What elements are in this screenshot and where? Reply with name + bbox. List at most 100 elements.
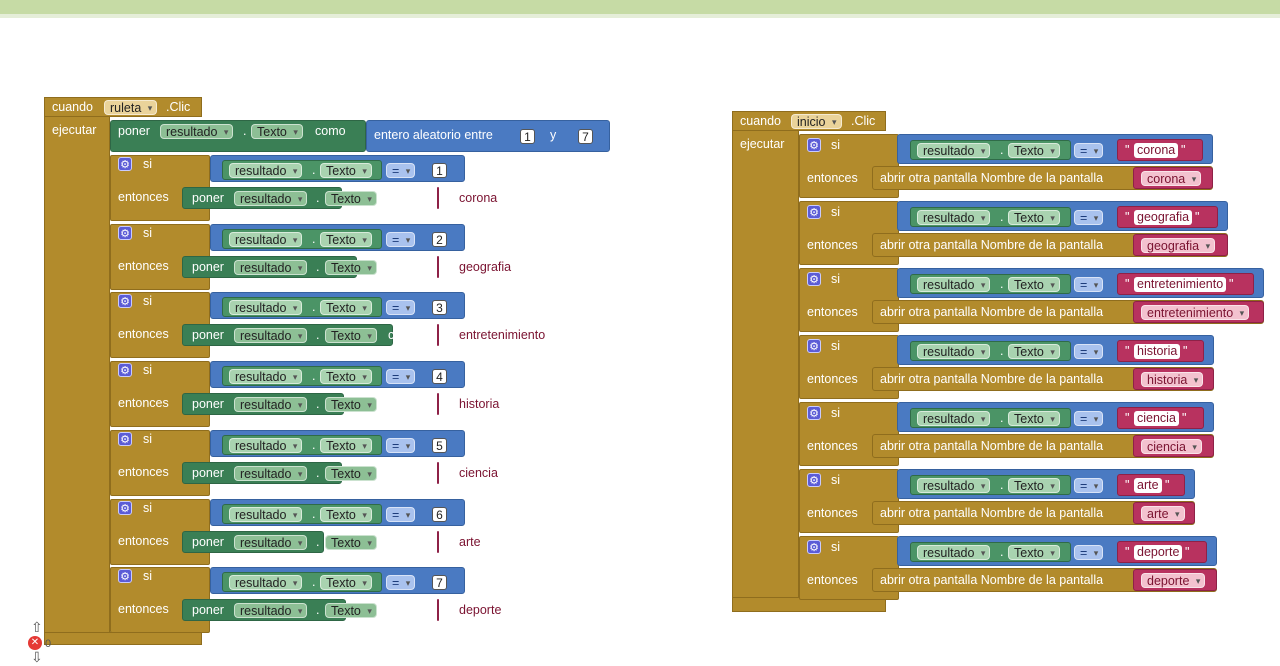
number-value[interactable]: 5 [432,437,447,453]
component-dropdown[interactable]: resultado [917,411,991,427]
random-from-number[interactable]: 1 [520,129,535,144]
text-value[interactable]: ciencia [1134,411,1179,426]
operator-dropdown[interactable]: = [386,300,416,316]
up-arrow-icon[interactable]: ⇧ [31,619,43,636]
number-value[interactable]: 3 [432,300,447,316]
component-dropdown[interactable]: resultado [917,277,991,293]
component-dropdown[interactable]: resultado [234,328,308,344]
gear-icon[interactable]: ⚙ [118,569,132,584]
text-value[interactable]: entretenimiento [456,328,549,344]
operator-dropdown[interactable]: = [1074,344,1104,360]
property-dropdown[interactable]: Texto [320,369,372,385]
number-value[interactable]: 1 [432,163,447,178]
component-dropdown[interactable]: resultado [917,545,991,561]
number-value[interactable]: 2 [432,231,447,247]
component-dropdown[interactable]: resultado [234,603,308,619]
component-dropdown[interactable]: resultado [917,210,991,226]
component-dropdown[interactable]: resultado [234,465,308,482]
gear-icon[interactable]: ⚙ [807,272,821,286]
text-value[interactable]: deporte [456,603,505,619]
component-dropdown[interactable]: resultado [229,506,303,523]
operator-dropdown[interactable]: = [386,575,416,591]
operator-dropdown[interactable]: = [1074,210,1104,226]
property-dropdown[interactable]: Texto [325,534,377,551]
gear-icon[interactable]: ⚙ [118,363,132,378]
gear-icon[interactable]: ⚙ [807,540,821,554]
component-dropdown[interactable]: inicio [791,114,842,130]
component-dropdown[interactable]: resultado [229,437,303,454]
property-dropdown[interactable]: Texto [320,231,372,248]
operator-dropdown[interactable]: = [386,437,416,454]
gear-icon[interactable]: ⚙ [807,406,821,420]
property-dropdown[interactable]: Texto [251,124,303,140]
text-value[interactable]: deporte [1134,545,1183,560]
property-dropdown[interactable]: Texto [320,506,372,523]
text-block[interactable] [437,393,439,416]
screen-name-dropdown[interactable]: arte [1141,506,1185,522]
property-dropdown[interactable]: Texto [1008,277,1060,293]
component-dropdown[interactable]: resultado [229,231,303,248]
gear-icon[interactable]: ⚙ [118,157,132,171]
operator-dropdown[interactable]: = [1074,277,1104,293]
text-block[interactable] [437,461,439,484]
operator-dropdown[interactable]: = [1074,545,1104,561]
text-value[interactable]: geografia [456,259,515,275]
gear-icon[interactable]: ⚙ [807,138,821,152]
component-dropdown[interactable]: resultado [234,191,308,207]
text-value[interactable]: corona [1134,143,1179,158]
text-value[interactable]: arte [1134,478,1162,493]
number-value[interactable]: 6 [432,506,447,522]
text-block[interactable] [437,255,439,278]
text-value[interactable]: geografia [1134,210,1193,225]
text-block[interactable] [437,530,439,553]
component-dropdown[interactable]: resultado [229,369,303,385]
gear-icon[interactable]: ⚙ [807,473,821,487]
property-dropdown[interactable]: Texto [325,465,377,482]
property-dropdown[interactable]: Texto [320,163,372,179]
text-block[interactable] [437,187,439,209]
text-value[interactable]: ciencia [456,465,501,481]
gear-icon[interactable]: ⚙ [118,500,132,515]
component-dropdown[interactable]: resultado [917,143,991,159]
error-icon[interactable]: ✕ [28,636,42,650]
number-value[interactable]: 4 [432,369,447,385]
operator-dropdown[interactable]: = [386,231,416,248]
component-dropdown[interactable]: resultado [917,478,991,494]
component-dropdown[interactable]: resultado [229,300,303,316]
component-dropdown[interactable]: resultado [160,124,234,140]
component-dropdown[interactable]: resultado [229,575,303,591]
gear-icon[interactable]: ⚙ [118,294,132,309]
component-dropdown[interactable]: ruleta [104,100,158,116]
operator-dropdown[interactable]: = [386,369,416,385]
operator-dropdown[interactable]: = [1074,411,1104,427]
operator-dropdown[interactable]: = [1074,478,1104,494]
operator-dropdown[interactable]: = [386,506,416,523]
gear-icon[interactable]: ⚙ [118,431,132,446]
property-dropdown[interactable]: Texto [325,259,377,276]
property-dropdown[interactable]: Texto [320,575,372,591]
gear-icon[interactable]: ⚙ [807,339,821,353]
property-dropdown[interactable]: Texto [325,328,377,344]
text-block[interactable] [437,599,439,622]
component-dropdown[interactable]: resultado [229,163,303,179]
property-dropdown[interactable]: Texto [325,603,377,619]
text-value[interactable]: historia [1134,344,1181,359]
screen-name-dropdown[interactable]: ciencia [1141,439,1202,455]
down-arrow-icon[interactable]: ⇩ [31,649,43,666]
component-dropdown[interactable]: resultado [917,344,991,360]
operator-dropdown[interactable]: = [1074,143,1104,159]
screen-name-dropdown[interactable]: corona [1141,171,1202,187]
text-value[interactable]: historia [456,397,503,413]
screen-name-dropdown[interactable]: entretenimiento [1141,305,1250,321]
property-dropdown[interactable]: Texto [320,300,372,316]
property-dropdown[interactable]: Texto [1008,545,1060,561]
operator-dropdown[interactable]: = [386,163,416,179]
gear-icon[interactable]: ⚙ [118,225,132,240]
property-dropdown[interactable]: Texto [1008,344,1060,360]
property-dropdown[interactable]: Texto [1008,478,1060,494]
random-to-number[interactable]: 7 [578,129,593,144]
property-dropdown[interactable]: Texto [1008,210,1060,226]
component-dropdown[interactable]: resultado [234,259,308,276]
property-dropdown[interactable]: Texto [1008,143,1060,159]
text-block[interactable] [437,324,439,347]
